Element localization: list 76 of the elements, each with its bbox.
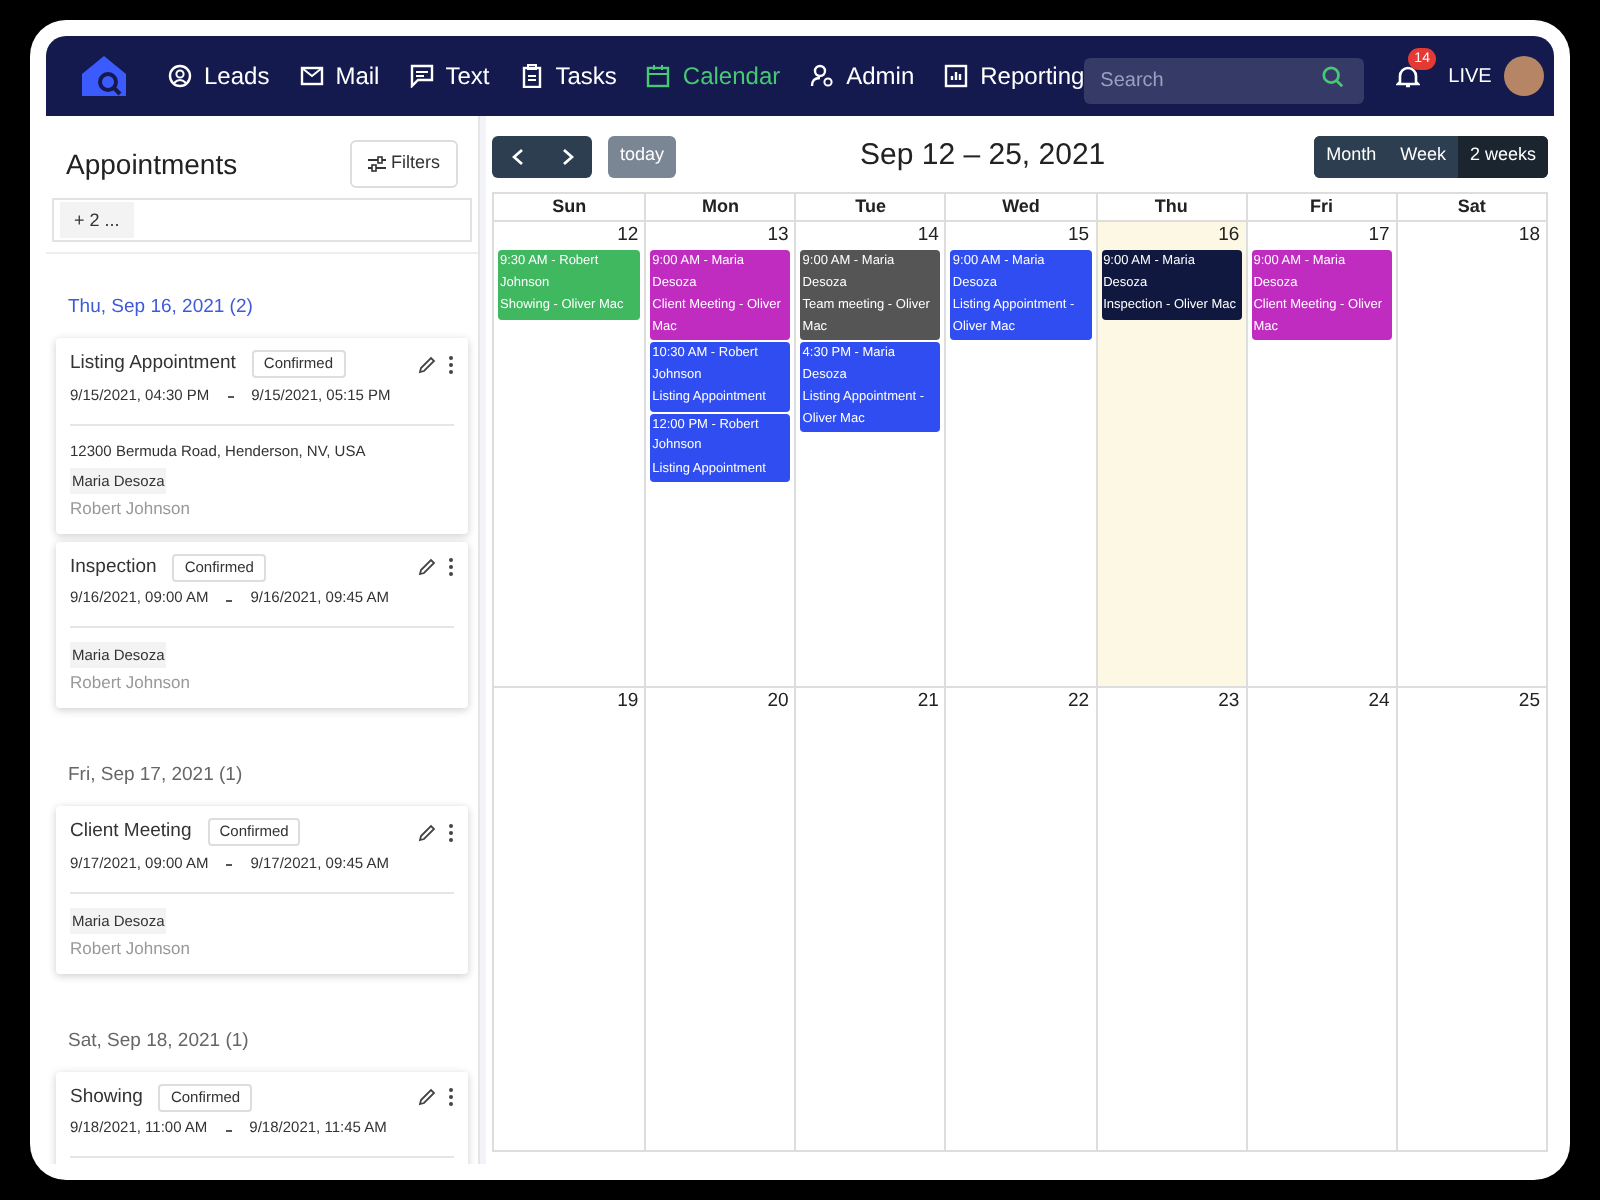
calendar-icon: [646, 64, 671, 88]
weekday-header: Thu: [1095, 194, 1246, 220]
more-vertical-icon[interactable]: [448, 558, 454, 577]
day-number: 21: [917, 688, 941, 716]
weekday-header: Sun: [550, 194, 589, 220]
date-group-heading: Fri, Sep 17, 2021 (1): [66, 762, 245, 790]
sliders-icon: [367, 156, 385, 172]
day-number: 19: [617, 688, 641, 716]
panel-title: Appointments: [66, 145, 238, 184]
more-vertical-icon[interactable]: [448, 823, 454, 842]
day-number: 20: [767, 688, 791, 716]
weekday-header: Wed: [944, 194, 1096, 220]
view-tab[interactable]: 2 weeks: [1457, 135, 1548, 177]
date-group-heading: Sat, Sep 18, 2021 (1): [66, 1027, 251, 1055]
nav-link[interactable]: Reporting: [944, 58, 1085, 94]
admin-icon: [810, 64, 835, 88]
more-vertical-icon[interactable]: [448, 1088, 454, 1107]
day-cell[interactable]: 20: [644, 688, 795, 1150]
weekday-header: Sat: [1395, 194, 1546, 220]
search-field[interactable]: Search: [1084, 57, 1365, 103]
day-number: 17: [1368, 222, 1392, 250]
chart-icon: [944, 64, 969, 88]
filter-chip[interactable]: + 2 ...: [60, 202, 134, 238]
chat-icon: [409, 64, 434, 88]
day-number: 23: [1218, 688, 1242, 716]
pencil-icon[interactable]: [418, 355, 436, 374]
date-group-heading: Thu, Sep 16, 2021 (2): [66, 294, 255, 322]
day-cell[interactable]: 23: [1095, 688, 1246, 1150]
today-button[interactable]: today: [608, 135, 677, 177]
day-number: 13: [767, 222, 791, 250]
nav-link[interactable]: Admin: [810, 58, 915, 94]
more-vertical-icon[interactable]: [448, 355, 454, 374]
day-number: 24: [1368, 688, 1392, 716]
day-number: 14: [917, 222, 941, 250]
pencil-icon[interactable]: [418, 558, 436, 577]
appointment-title: Listing Appointment: [70, 350, 236, 379]
client-name: Robert Johnson: [70, 670, 191, 696]
filters-button[interactable]: Filters: [349, 140, 458, 188]
nav-link[interactable]: Leads: [168, 58, 270, 94]
weekday-header: Mon: [644, 194, 795, 220]
appointment-title: Client Meeting: [70, 818, 192, 847]
live-label[interactable]: LIVE: [1448, 61, 1492, 91]
search-icon[interactable]: [1322, 65, 1345, 87]
date-range-title: Sep 12 – 25, 2021: [860, 135, 1106, 176]
day-number: 12: [617, 222, 641, 250]
day-number: 18: [1518, 222, 1542, 250]
nav-link[interactable]: Text: [409, 58, 490, 94]
day-number: 25: [1518, 688, 1542, 716]
mail-icon: [299, 64, 324, 88]
day-number: 15: [1067, 222, 1092, 250]
appointment-title: Inspection: [70, 553, 157, 582]
day-cell[interactable]: 25: [1395, 688, 1546, 1150]
day-number: 16: [1218, 222, 1242, 250]
person-icon: [168, 64, 192, 88]
day-number: 22: [1067, 688, 1092, 716]
nav-link[interactable]: Tasks: [519, 58, 617, 94]
appointment-title: Showing: [70, 1083, 143, 1112]
weekday-header: Fri: [1245, 194, 1396, 220]
clipboard-icon: [519, 64, 544, 88]
day-cell[interactable]: 24: [1245, 688, 1396, 1150]
day-cell[interactable]: 21: [794, 688, 945, 1150]
day-cell[interactable]: 19: [494, 688, 645, 1150]
client-name: Robert Johnson: [70, 496, 191, 522]
pencil-icon[interactable]: [418, 823, 436, 842]
weekday-header: Tue: [794, 194, 945, 220]
avatar[interactable]: [1503, 56, 1544, 96]
nav-link[interactable]: Mail: [299, 58, 380, 94]
chevron-right-icon: [561, 147, 573, 165]
day-cell[interactable]: 22: [944, 688, 1096, 1150]
bell-icon[interactable]: [1396, 63, 1421, 89]
client-name: Robert Johnson: [70, 935, 191, 961]
day-cell[interactable]: 18: [1395, 222, 1546, 686]
pencil-icon[interactable]: [418, 1088, 436, 1107]
chevron-left-icon: [511, 147, 523, 165]
house-search-logo-icon[interactable]: [80, 54, 128, 98]
nav-link[interactable]: Calendar: [646, 58, 781, 94]
